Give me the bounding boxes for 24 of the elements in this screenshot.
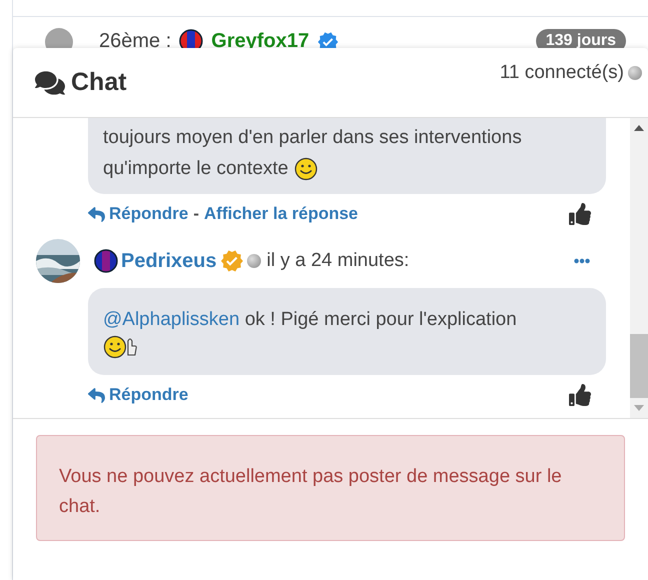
- status-dot: [246, 254, 261, 268]
- rank-label: 26ème :: [99, 29, 172, 53]
- smiley-thumbs-icon: [103, 335, 139, 359]
- thumbs-up-icon[interactable]: [569, 203, 591, 225]
- flag-icon: [94, 249, 118, 273]
- show-reply-link[interactable]: Afficher la réponse: [204, 204, 358, 224]
- reply-link[interactable]: Répondre: [88, 204, 188, 224]
- message-text: qu'importe le contexte: [103, 157, 288, 181]
- message-text: @Alphaplissken ok ! Pigé merci pour l'explication: [103, 308, 518, 332]
- status-dot: [628, 66, 642, 80]
- smiley-icon: [294, 156, 318, 180]
- message-time: il y a 24 minutes:: [266, 250, 410, 272]
- reply-icon: [88, 206, 105, 222]
- thumbs-up-icon[interactable]: [569, 384, 591, 406]
- message-text: toujours moyen d'en parler dans ses interventions: [103, 126, 522, 150]
- reply-icon: [88, 386, 105, 404]
- error-alert: Vous ne pouvez actuellement pas poster de message sur le chat.: [36, 435, 625, 541]
- separator: -: [193, 204, 200, 224]
- reply-link[interactable]: Répondre: [88, 385, 188, 405]
- online-count: 11 connecté(s): [500, 62, 624, 84]
- verified-icon: [220, 249, 244, 273]
- author-name[interactable]: Pedrixeus: [121, 250, 217, 272]
- scrollbar[interactable]: [630, 118, 648, 418]
- chat-title: Chat: [71, 68, 127, 97]
